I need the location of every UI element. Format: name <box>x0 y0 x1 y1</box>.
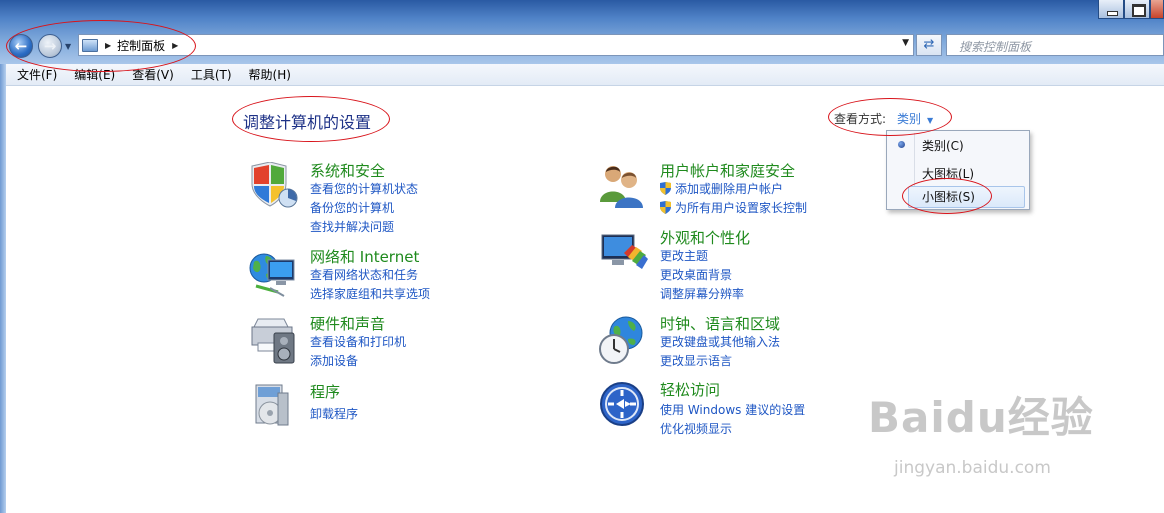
link-devices-printers[interactable]: 查看设备和打印机 <box>310 333 406 350</box>
arrow-right-icon: → <box>43 37 57 55</box>
uac-shield-icon <box>660 182 671 195</box>
link-change-display-language[interactable]: 更改显示语言 <box>660 352 732 369</box>
link-text[interactable]: 添加或删除用户帐户 <box>675 182 783 196</box>
link-homegroup-sharing[interactable]: 选择家庭组和共享选项 <box>310 285 430 302</box>
link-windows-recommended-settings[interactable]: 使用 Windows 建议的设置 <box>660 401 805 418</box>
link-adjust-resolution[interactable]: 调整屏幕分辨率 <box>660 285 744 302</box>
link-change-theme[interactable]: 更改主题 <box>660 247 708 264</box>
breadcrumb-chevron-icon[interactable]: ▶ <box>172 41 178 50</box>
search-input[interactable]: 搜索控制面板 <box>946 34 1164 56</box>
view-by-label: 查看方式: <box>834 112 887 126</box>
back-button[interactable]: ← <box>9 34 33 58</box>
page-title: 调整计算机的设置 <box>243 113 372 132</box>
watermark: Baidu经验 jingyan.baidu.com <box>868 384 1094 478</box>
link-add-device[interactable]: 添加设备 <box>310 352 358 369</box>
link-view-computer-status[interactable]: 查看您的计算机状态 <box>310 180 418 197</box>
link-optimize-video-display[interactable]: 优化视频显示 <box>660 420 732 437</box>
refresh-icon: ⇄ <box>923 37 935 52</box>
ease-of-access-icon[interactable] <box>598 381 650 433</box>
menu-help[interactable]: 帮助(H) <box>249 66 291 83</box>
clock-language-icon[interactable] <box>598 315 650 367</box>
window-controls <box>1098 0 1164 19</box>
hardware-sound-icon[interactable] <box>248 315 300 367</box>
recent-pages-dropdown[interactable]: ▼ <box>65 42 71 51</box>
category-title[interactable]: 轻松访问 <box>660 379 720 400</box>
watermark-logo-text: Baidu经验 <box>868 393 1094 442</box>
breadcrumb-control-panel[interactable]: 控制面板 <box>117 37 165 54</box>
programs-icon[interactable] <box>248 383 300 435</box>
link-parental-controls[interactable]: 为所有用户设置家长控制 <box>660 199 807 216</box>
radio-selected-icon <box>898 141 905 148</box>
control-panel-icon <box>82 38 98 52</box>
link-network-status[interactable]: 查看网络状态和任务 <box>310 266 418 283</box>
chevron-down-icon: ▼ <box>927 116 934 125</box>
menu-view[interactable]: 查看(V) <box>132 66 174 83</box>
menu-option-category[interactable]: 类别(C) <box>922 137 964 154</box>
refresh-button[interactable]: ⇄ <box>916 34 942 56</box>
category-title[interactable]: 硬件和声音 <box>310 313 385 334</box>
breadcrumb-chevron-icon[interactable]: ▶ <box>105 41 111 50</box>
link-add-remove-users[interactable]: 添加或删除用户帐户 <box>660 180 783 197</box>
view-by-select[interactable]: 类别 ▼ <box>897 110 933 127</box>
address-bar[interactable]: ▶ 控制面板 ▶ ▼ <box>78 34 914 56</box>
maximize-button[interactable] <box>1124 0 1150 19</box>
category-title[interactable]: 网络和 Internet <box>310 246 419 267</box>
user-accounts-icon[interactable] <box>598 162 650 214</box>
link-backup-computer[interactable]: 备份您的计算机 <box>310 199 394 216</box>
menu-edit[interactable]: 编辑(E) <box>74 66 115 83</box>
uac-shield-icon <box>660 201 671 214</box>
link-text[interactable]: 为所有用户设置家长控制 <box>675 201 807 215</box>
category-title[interactable]: 时钟、语言和区域 <box>660 313 780 334</box>
menu-bar: 文件(F) 编辑(E) 查看(V) 工具(T) 帮助(H) <box>6 64 1164 86</box>
forward-button[interactable]: → <box>38 34 62 58</box>
minimize-button[interactable] <box>1098 0 1124 19</box>
view-by-dropdown-menu: 类别(C) 大图标(L) 小图标(S) <box>886 130 1030 210</box>
menu-file[interactable]: 文件(F) <box>17 66 57 83</box>
link-uninstall-program[interactable]: 卸载程序 <box>310 405 358 422</box>
address-dropdown-icon[interactable]: ▼ <box>902 38 909 48</box>
watermark-url: jingyan.baidu.com <box>894 458 1051 478</box>
menu-tools[interactable]: 工具(T) <box>191 66 232 83</box>
category-title[interactable]: 外观和个性化 <box>660 227 750 248</box>
system-security-icon[interactable] <box>248 162 300 214</box>
network-internet-icon[interactable] <box>248 248 300 300</box>
close-button[interactable] <box>1150 0 1164 19</box>
view-by-value[interactable]: 类别 <box>897 112 921 126</box>
category-title[interactable]: 系统和安全 <box>310 160 385 181</box>
appearance-icon[interactable] <box>598 229 650 281</box>
arrow-left-icon: ← <box>14 37 28 55</box>
category-title[interactable]: 程序 <box>310 381 340 402</box>
link-change-desktop-background[interactable]: 更改桌面背景 <box>660 266 732 283</box>
menu-option-large-icons[interactable]: 大图标(L) <box>922 165 974 182</box>
link-troubleshoot[interactable]: 查找并解决问题 <box>310 218 394 235</box>
category-title[interactable]: 用户帐户和家庭安全 <box>660 160 795 181</box>
menu-option-small-icons[interactable]: 小图标(S) <box>922 188 975 205</box>
link-change-keyboard[interactable]: 更改键盘或其他输入法 <box>660 333 780 350</box>
